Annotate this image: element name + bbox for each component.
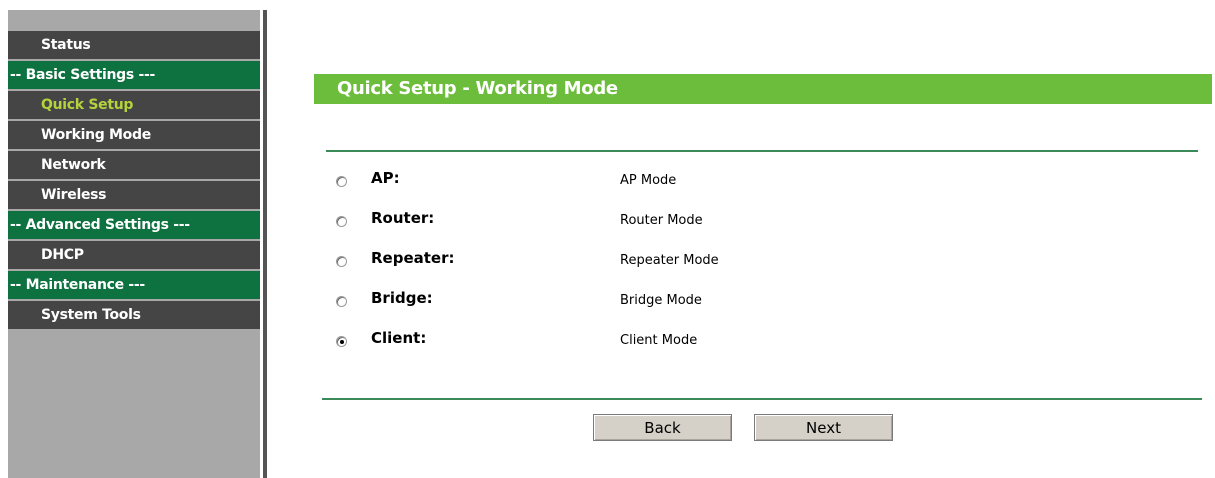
sidebar-item-working-mode[interactable]: Working Mode	[8, 121, 260, 149]
sidebar-section-advanced-settings[interactable]: -- Advanced Settings ---	[8, 211, 260, 239]
sidebar-item-status[interactable]: Status	[8, 31, 260, 59]
router-radio[interactable]	[336, 216, 347, 227]
mode-label: AP:	[371, 169, 400, 187]
ap-radio[interactable]	[336, 176, 347, 187]
mode-label: Repeater:	[371, 249, 455, 267]
sidebar-item-quick-setup[interactable]: Quick Setup	[8, 91, 260, 119]
mode-label: Router:	[371, 209, 435, 227]
mode-label: Bridge:	[371, 289, 433, 307]
next-button[interactable]: Next	[754, 414, 893, 441]
top-divider	[326, 150, 1198, 152]
client-radio[interactable]	[336, 336, 347, 347]
mode-row-ap: AP: AP Mode	[326, 168, 1026, 198]
sidebar-section-maintenance[interactable]: -- Maintenance ---	[8, 271, 260, 299]
mode-row-client: Client: Client Mode	[326, 328, 1026, 358]
repeater-radio[interactable]	[336, 256, 347, 267]
page-title: Quick Setup - Working Mode	[314, 74, 1212, 104]
mode-row-repeater: Repeater: Repeater Mode	[326, 248, 1026, 278]
sidebar-menu: Status -- Basic Settings --- Quick Setup…	[8, 31, 260, 331]
mode-row-router: Router: Router Mode	[326, 208, 1026, 238]
sidebar-section-basic-settings[interactable]: -- Basic Settings ---	[8, 61, 260, 89]
mode-description: Client Mode	[620, 333, 698, 348]
mode-label: Client:	[371, 329, 427, 347]
mode-description: Repeater Mode	[620, 253, 719, 268]
mode-description: Router Mode	[620, 213, 703, 228]
mode-description: Bridge Mode	[620, 293, 702, 308]
sidebar-item-dhcp[interactable]: DHCP	[8, 241, 260, 269]
mode-description: AP Mode	[620, 173, 677, 188]
sidebar-item-wireless[interactable]: Wireless	[8, 181, 260, 209]
sidebar-item-network[interactable]: Network	[8, 151, 260, 179]
radio-selected-dot	[340, 340, 344, 344]
bridge-radio[interactable]	[336, 296, 347, 307]
frame-divider[interactable]	[263, 10, 267, 478]
bottom-divider	[322, 398, 1202, 400]
sidebar-item-system-tools[interactable]: System Tools	[8, 301, 260, 329]
sidebar: Status -- Basic Settings --- Quick Setup…	[8, 10, 260, 478]
mode-row-bridge: Bridge: Bridge Mode	[326, 288, 1026, 318]
back-button[interactable]: Back	[593, 414, 732, 441]
